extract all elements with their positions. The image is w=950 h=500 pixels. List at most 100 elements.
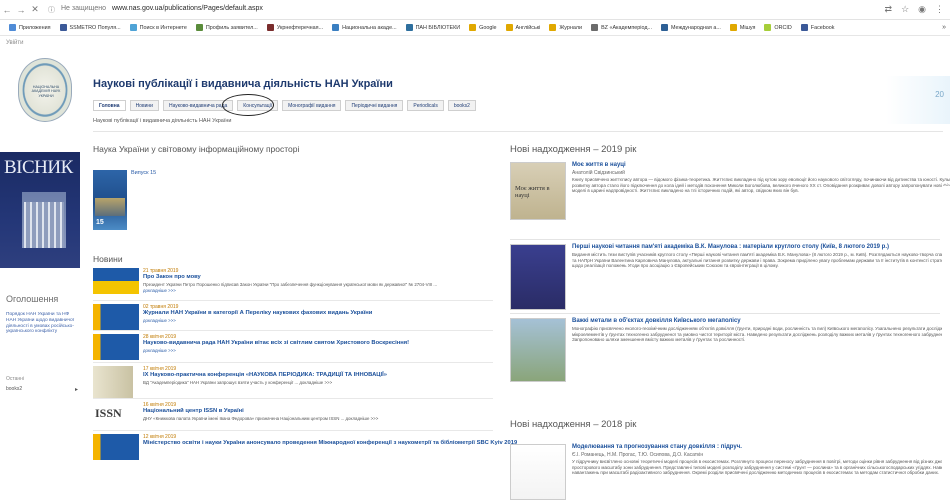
book-description: Видання містить тези виступів учасників … bbox=[572, 252, 950, 269]
book-cover[interactable] bbox=[510, 318, 566, 382]
bookmark-item[interactable]: Поиск в Интернете bbox=[129, 24, 187, 31]
bookmark-icon bbox=[800, 24, 808, 31]
news-description: ВД "Академперіодика" НАН України запрошу… bbox=[143, 380, 333, 385]
news-separator bbox=[93, 430, 493, 431]
bookmark-icon bbox=[764, 24, 772, 31]
news-separator bbox=[93, 362, 493, 363]
issue-link[interactable]: Випуск 15 bbox=[131, 170, 156, 176]
profile-icon[interactable]: ◉ bbox=[918, 4, 926, 15]
bookmark-item[interactable]: ORCID bbox=[764, 24, 792, 31]
page-title: Наукові публікації і видавнича діяльніст… bbox=[93, 78, 393, 90]
book-title-link[interactable]: Моделювання та прогнозування стану довкі… bbox=[572, 444, 742, 450]
bookmark-item[interactable]: Англійські bbox=[505, 24, 541, 31]
bookmark-item[interactable]: Google bbox=[469, 24, 497, 31]
page: Увійти НАЦІОНАЛЬНА АКАДЕМІЯ НАУК УКРАЇНИ… bbox=[0, 36, 950, 500]
news-more-link[interactable]: докладніше >>> bbox=[143, 288, 176, 293]
bookmark-label: Поиск в Интернете bbox=[139, 24, 187, 31]
news-separator bbox=[93, 330, 493, 331]
news-thumbnail[interactable]: ISSN bbox=[93, 402, 139, 428]
bookmark-item[interactable]: Приложения bbox=[9, 24, 51, 31]
news-more-link[interactable]: докладніше >>> bbox=[143, 318, 176, 323]
news-title-link[interactable]: IX Науково-практична конференція «НАУКОВ… bbox=[143, 372, 387, 378]
sidebar-announcement-link[interactable]: Порядок НАН України та НФ НАН України що… bbox=[6, 312, 78, 335]
book-cover[interactable] bbox=[510, 444, 566, 500]
sidebar-heading: Оголошення bbox=[6, 294, 59, 304]
news-heading: Новини bbox=[93, 254, 123, 264]
book-separator bbox=[510, 313, 940, 314]
news-title-link[interactable]: Журнали НАН України в категорії А Перелі… bbox=[143, 310, 372, 316]
info-icon[interactable]: ⓘ bbox=[48, 5, 55, 15]
news-title-link[interactable]: Про Закон про мову bbox=[143, 274, 201, 280]
news-thumbnail[interactable] bbox=[93, 366, 133, 398]
tab-6[interactable]: Періодичні видання bbox=[345, 100, 404, 111]
news-thumbnail[interactable] bbox=[93, 434, 139, 460]
news-title-link[interactable]: Міністерство освіти і науки України анон… bbox=[143, 440, 517, 446]
bookmark-icon bbox=[549, 24, 557, 31]
back-icon[interactable]: ← bbox=[0, 5, 14, 15]
book-title-link[interactable]: Важкі метали в об'єктах довкілля Київськ… bbox=[572, 318, 741, 324]
book-title-link[interactable]: Моє життя в науці bbox=[572, 162, 626, 168]
bookmark-item[interactable]: ПАН БІБЛІОТЕКИ bbox=[405, 24, 460, 31]
tab-5[interactable]: Монографії видання bbox=[282, 100, 342, 111]
sidebar-select[interactable]: ▸ books2 bbox=[6, 386, 78, 396]
bookmark-label: SSMETRO Популя... bbox=[69, 24, 121, 31]
bookmark-item[interactable]: SSMETRO Популя... bbox=[59, 24, 121, 31]
cover-photo bbox=[95, 198, 125, 216]
star-icon[interactable]: ☆ bbox=[901, 4, 909, 15]
bookmark-item[interactable]: Национальна акаде... bbox=[332, 24, 397, 31]
bookmark-label: BZ «Академперіод... bbox=[601, 24, 652, 31]
news-thumbnail[interactable] bbox=[93, 304, 139, 330]
url-text[interactable]: www.nas.gov.ua/publications/Pages/defaul… bbox=[112, 5, 263, 15]
news-more-link[interactable]: докладніше >>> bbox=[143, 348, 176, 353]
tab-1[interactable]: Головна bbox=[93, 100, 126, 111]
news-item: 02 травня 2019 Журнали НАН України в кате… bbox=[93, 304, 493, 332]
main-tabs: Головна Новини Науково-видавнича рада Консу… bbox=[93, 100, 476, 111]
close-icon[interactable]: ✕ bbox=[28, 4, 42, 15]
address-field[interactable]: ⓘ Не защищено www.nas.gov.ua/publication… bbox=[48, 5, 263, 15]
bookmark-item[interactable]: BZ «Академперіод... bbox=[591, 24, 652, 31]
nas-emblem-logo[interactable]: НАЦІОНАЛЬНА АКАДЕМІЯ НАУК УКРАЇНИ bbox=[18, 58, 72, 122]
news-thumbnail[interactable] bbox=[93, 334, 139, 360]
tab-2[interactable]: Новини bbox=[129, 100, 159, 111]
login-link[interactable]: Увійти bbox=[6, 40, 23, 46]
building-columns bbox=[24, 202, 64, 248]
news-description: ДНУ «Книжкова палата України імені Івана… bbox=[143, 416, 379, 421]
bookmark-item[interactable]: Международная а... bbox=[661, 24, 721, 31]
new-arrivals-2019-heading: Нові надходження – 2019 рік bbox=[510, 144, 637, 155]
visnyk-banner[interactable]: ВІСНИК bbox=[0, 152, 80, 268]
visnyk-title: ВІСНИК bbox=[4, 157, 73, 178]
bookmark-label: Англійські bbox=[515, 24, 541, 31]
bookmark-icon bbox=[661, 24, 668, 31]
bookmark-item[interactable]: Профиль заявител... bbox=[195, 24, 258, 31]
book-cover[interactable]: Моє життя в науці bbox=[510, 162, 566, 220]
bookmark-item[interactable]: Мішуя bbox=[729, 24, 755, 31]
tab-7[interactable]: Periodicals bbox=[407, 100, 444, 111]
news-description: Президент України Петро Порошенко підпис… bbox=[143, 282, 438, 287]
journal-cover[interactable]: 15 bbox=[93, 170, 127, 230]
bookmark-item[interactable]: Укрнефтеречная... bbox=[266, 24, 323, 31]
news-thumbnail[interactable] bbox=[93, 268, 139, 294]
bookmark-icon bbox=[195, 24, 203, 31]
menu-icon[interactable]: ⋮ bbox=[935, 4, 944, 15]
breadcrumb[interactable]: Наукові публікації і видавнича діяльніст… bbox=[93, 118, 232, 124]
book-separator bbox=[510, 239, 940, 240]
news-title-link[interactable]: Національний центр ISSN в Україні bbox=[143, 408, 244, 414]
tab-8[interactable]: books2 bbox=[447, 100, 476, 111]
translate-icon[interactable]: ⇄ bbox=[885, 4, 893, 15]
forward-icon[interactable]: → bbox=[14, 5, 28, 15]
bookmarks-overflow-icon[interactable]: » bbox=[942, 24, 946, 31]
news-title-link[interactable]: Науково-видавнича рада НАН України вітає… bbox=[143, 340, 409, 346]
bookmark-item[interactable]: Журнали bbox=[549, 24, 582, 31]
book-title-link[interactable]: Перші наукові читання пам'яті академіка … bbox=[572, 244, 889, 250]
bookmark-label: Профиль заявител... bbox=[205, 24, 258, 31]
book-author: Є.І. Романець, Н.М. Прогас, Т.Ю. Осипова… bbox=[572, 452, 704, 458]
bookmark-label: Facebook bbox=[810, 24, 835, 31]
header-number: 20 bbox=[935, 90, 944, 99]
bookmark-item[interactable]: Facebook bbox=[800, 24, 835, 31]
bookmark-label: Международная а... bbox=[671, 24, 721, 31]
highlight-circle bbox=[222, 94, 274, 116]
bookmark-icon bbox=[469, 24, 477, 31]
news-item: 12 квітня 2019 Міністерство освіти і наук… bbox=[93, 434, 517, 462]
book-cover[interactable] bbox=[510, 244, 566, 310]
browser-url-bar: ← → ✕ ⓘ Не защищено www.nas.gov.ua/publi… bbox=[0, 0, 950, 20]
